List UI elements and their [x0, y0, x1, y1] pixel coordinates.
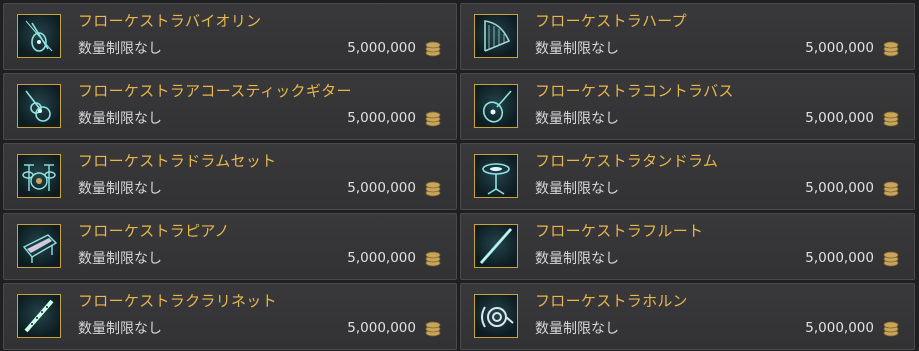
item-name: フローケストラドラムセット: [78, 152, 277, 170]
item-price: 5,000,000: [805, 320, 874, 336]
item-price: 5,000,000: [805, 40, 874, 56]
item-price: 5,000,000: [347, 320, 416, 336]
shop-item[interactable]: フローケストラハープ 数量制限なし 5,000,000: [460, 3, 915, 70]
gil-coin-icon: [425, 251, 441, 267]
drum-set-icon: [17, 154, 61, 198]
item-price: 5,000,000: [347, 40, 416, 56]
clarinet-icon: [17, 294, 61, 338]
shop-item[interactable]: フローケストラフルート 数量制限なし 5,000,000: [460, 213, 915, 280]
item-price: 5,000,000: [805, 250, 874, 266]
item-quantity: 数量制限なし: [78, 41, 162, 57]
shop-item[interactable]: フローケストラピアノ 数量制限なし 5,000,000: [3, 213, 457, 280]
item-name: フローケストラバイオリン: [78, 12, 262, 30]
shop-item-grid: フローケストラバイオリン 数量制限なし 5,000,000 フローケストラハープ…: [3, 3, 915, 350]
item-quantity: 数量制限なし: [78, 251, 162, 267]
item-price: 5,000,000: [805, 180, 874, 196]
shop-item[interactable]: フローケストラバイオリン 数量制限なし 5,000,000: [3, 3, 457, 70]
harp-icon: [474, 14, 518, 58]
gil-coin-icon: [425, 111, 441, 127]
tam-drum-icon: [474, 154, 518, 198]
item-name: フローケストラピアノ: [78, 222, 230, 240]
piano-icon: [17, 224, 61, 268]
gil-coin-icon: [883, 111, 899, 127]
item-price: 5,000,000: [805, 110, 874, 126]
item-price: 5,000,000: [347, 180, 416, 196]
item-name: フローケストラアコースティックギター: [78, 82, 352, 100]
item-quantity: 数量制限なし: [535, 251, 619, 267]
horn-icon: [474, 294, 518, 338]
gil-coin-icon: [883, 181, 899, 197]
contrabass-icon: [474, 84, 518, 128]
gil-coin-icon: [425, 181, 441, 197]
shop-item[interactable]: フローケストラタンドラム 数量制限なし 5,000,000: [460, 143, 915, 210]
item-price: 5,000,000: [347, 110, 416, 126]
item-quantity: 数量制限なし: [535, 321, 619, 337]
item-quantity: 数量制限なし: [535, 181, 619, 197]
gil-coin-icon: [883, 251, 899, 267]
item-quantity: 数量制限なし: [78, 111, 162, 127]
gil-coin-icon: [425, 321, 441, 337]
item-price: 5,000,000: [347, 250, 416, 266]
shop-item[interactable]: フローケストラコントラバス 数量制限なし 5,000,000: [460, 73, 915, 140]
item-quantity: 数量制限なし: [535, 111, 619, 127]
gil-coin-icon: [883, 41, 899, 57]
item-name: フローケストラタンドラム: [535, 152, 719, 170]
violin-icon: [17, 14, 61, 58]
shop-item[interactable]: フローケストラアコースティックギター 数量制限なし 5,000,000: [3, 73, 457, 140]
shop-item[interactable]: フローケストラクラリネット 数量制限なし 5,000,000: [3, 283, 457, 350]
shop-item[interactable]: フローケストラドラムセット 数量制限なし 5,000,000: [3, 143, 457, 210]
item-name: フローケストラクラリネット: [78, 292, 277, 310]
gil-coin-icon: [883, 321, 899, 337]
item-name: フローケストラホルン: [535, 292, 688, 310]
acoustic-guitar-icon: [17, 84, 61, 128]
item-name: フローケストラハープ: [535, 12, 687, 30]
shop-item[interactable]: フローケストラホルン 数量制限なし 5,000,000: [460, 283, 915, 350]
item-name: フローケストラコントラバス: [535, 82, 734, 100]
item-quantity: 数量制限なし: [78, 321, 162, 337]
flute-icon: [474, 224, 518, 268]
gil-coin-icon: [425, 41, 441, 57]
item-quantity: 数量制限なし: [78, 181, 162, 197]
item-quantity: 数量制限なし: [535, 41, 619, 57]
item-name: フローケストラフルート: [535, 222, 704, 240]
